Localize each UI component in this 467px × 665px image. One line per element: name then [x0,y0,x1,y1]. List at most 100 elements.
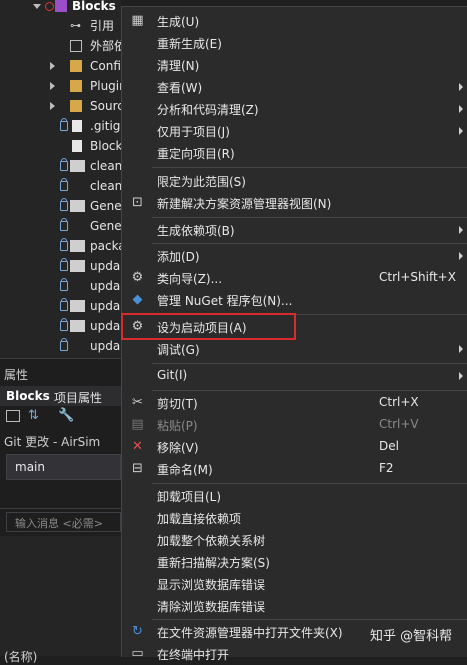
tree-root-row[interactable]: Blocks [0,0,121,16]
menu-item-clear-db-errors[interactable]: 清除浏览数据库错误 [122,595,467,617]
file-icon [72,140,82,152]
scissors-icon: ✂ [132,395,143,410]
commit-message-input[interactable]: 输入消息 <必需> [6,512,121,532]
menu-item-nuget[interactable]: ◆ 管理 NuGet 程序包(N)... [122,289,467,311]
lock-icon [60,238,68,251]
menu-item-new-view[interactable]: ⊡ 新建解决方案资源管理器视图(N) [122,192,467,214]
menu-item-git[interactable]: Git(I) [122,365,467,387]
tree-item-label: Confi [90,59,121,73]
script-icon [70,260,85,272]
menu-item-label: 加载整个依赖关系树 [157,534,266,548]
menu-item-open-terminal[interactable]: ▭ 在终端中打开 [122,643,467,665]
sort-alpha-icon[interactable]: ⇅ [28,408,39,423]
submenu-arrow-icon [459,83,463,91]
rename-icon: ⊟ [132,461,143,476]
tree-item[interactable]: 外部依 [0,36,121,56]
tree-item[interactable]: .gitig [0,116,121,136]
menu-item-remove[interactable]: ✕ 移除(V) Del [122,436,467,458]
script-icon [70,200,85,212]
menu-separator [152,390,467,391]
menu-item-load-tree[interactable]: 加载整个依赖关系树 [122,529,467,551]
menu-item-paste[interactable]: ▤ 粘贴(P) Ctrl+V [122,414,467,436]
menu-item-shortcut: Ctrl+X [379,395,419,409]
menu-item-add[interactable]: 添加(D) [122,245,467,267]
lock-icon [60,298,68,311]
script-icon [70,300,85,312]
submenu-arrow-icon [459,226,463,234]
tree-item[interactable]: Sourc [0,96,121,116]
tree-item-label: .gitig [90,119,121,133]
menu-item-debug[interactable]: 调试(G) [122,338,467,360]
external-deps-icon [70,40,82,52]
menu-item-cut[interactable]: ✂ 剪切(T) Ctrl+X [122,392,467,414]
cpp-project-icon [55,0,67,12]
tree-item[interactable]: upda [0,256,121,276]
menu-item-class-wizard[interactable]: ⚙ 类向导(Z)... Ctrl+Shift+X [122,267,467,289]
tree-item-label: Gene [90,199,121,213]
script-icon [70,240,85,252]
tree-item[interactable]: upda [0,336,121,356]
expand-chevron-icon[interactable] [33,4,41,9]
menu-item-analyze[interactable]: 分析和代码清理(Z) [122,98,467,120]
expand-arrow-icon[interactable] [50,62,55,70]
expand-arrow-icon[interactable] [50,82,55,90]
tree-item[interactable]: upda [0,276,121,296]
menu-item-retarget[interactable]: 重定向项目(R) [122,142,467,164]
menu-separator [152,619,467,620]
tree-item[interactable]: upda [0,316,121,336]
tree-item[interactable]: Confi [0,56,121,76]
tree-item[interactable]: Gene [0,196,121,216]
menu-item-shortcut: F2 [379,461,394,475]
tree-item[interactable]: upda [0,296,121,316]
expand-arrow-icon[interactable] [50,102,55,110]
properties-panel: 属性 Blocks 项目属性 ⇅ 🔧 Git 更改 - AirSim main … [0,358,121,664]
branch-dropdown[interactable]: main [6,454,121,480]
submenu-arrow-icon [459,105,463,113]
reference-icon: ⊶ [70,19,81,32]
menu-item-rebuild[interactable]: 重新生成(E) [122,32,467,54]
divider [0,508,121,509]
menu-item-label: 重新扫描解决方案(S) [157,556,270,570]
menu-item-clean[interactable]: 清理(N) [122,54,467,76]
tree-item[interactable]: clean [0,176,121,196]
menu-item-label: 管理 NuGet 程序包(N)... [157,294,293,308]
tree-item-label: upda [90,319,121,333]
menu-item-unload[interactable]: 卸载项目(L) [122,485,467,507]
menu-item-label: 清除浏览数据库错误 [157,600,266,614]
lock-icon [60,278,68,291]
object-selector[interactable]: Blocks 项目属性 [0,386,121,406]
menu-item-label: 显示浏览数据库错误 [157,578,266,592]
tree-item[interactable]: Plugir [0,76,121,96]
tree-item[interactable]: Block [0,136,121,156]
menu-item-build[interactable]: ▦ 生成(U) [122,10,467,32]
menu-item-shortcut: Ctrl+V [379,417,419,431]
menu-item-label: 生成(U) [157,15,200,29]
menu-item-rescan[interactable]: 重新扫描解决方案(S) [122,551,467,573]
menu-item-rename[interactable]: ⊟ 重命名(M) F2 [122,458,467,480]
tree-item-label: upda [90,299,121,313]
tree-item-label: clean [90,159,121,173]
menu-item-show-db-errors[interactable]: 显示浏览数据库错误 [122,573,467,595]
tree-item[interactable]: clean [0,156,121,176]
tree-item-label: upda [90,279,121,293]
tree-item[interactable]: ⊶ 引用 [0,16,121,36]
menu-item-label: 卸载项目(L) [157,490,222,504]
tree-item[interactable]: Gene [0,216,121,236]
build-icon: ▦ [131,13,144,28]
menu-item-build-deps[interactable]: 生成依赖项(B) [122,219,467,241]
branch-name: main [15,460,45,474]
project-status-icon [45,2,54,11]
menu-item-label: 调试(G) [157,343,200,357]
folder-icon [70,80,82,92]
menu-item-load-direct[interactable]: 加载直接依赖项 [122,507,467,529]
menu-item-scope[interactable]: 限定为此范围(S) [122,170,467,192]
menu-item-label: 清理(N) [157,59,200,73]
tree-item[interactable]: packa [0,236,121,256]
menu-item-label: 移除(V) [157,441,199,455]
property-pages-icon[interactable]: 🔧 [58,408,74,423]
lock-icon [60,158,68,171]
menu-item-view[interactable]: 查看(W) [122,76,467,98]
menu-item-project-only[interactable]: 仅用于项目(J) [122,120,467,142]
categorized-icon[interactable] [6,410,20,422]
tree-item-label: Block [90,139,121,153]
